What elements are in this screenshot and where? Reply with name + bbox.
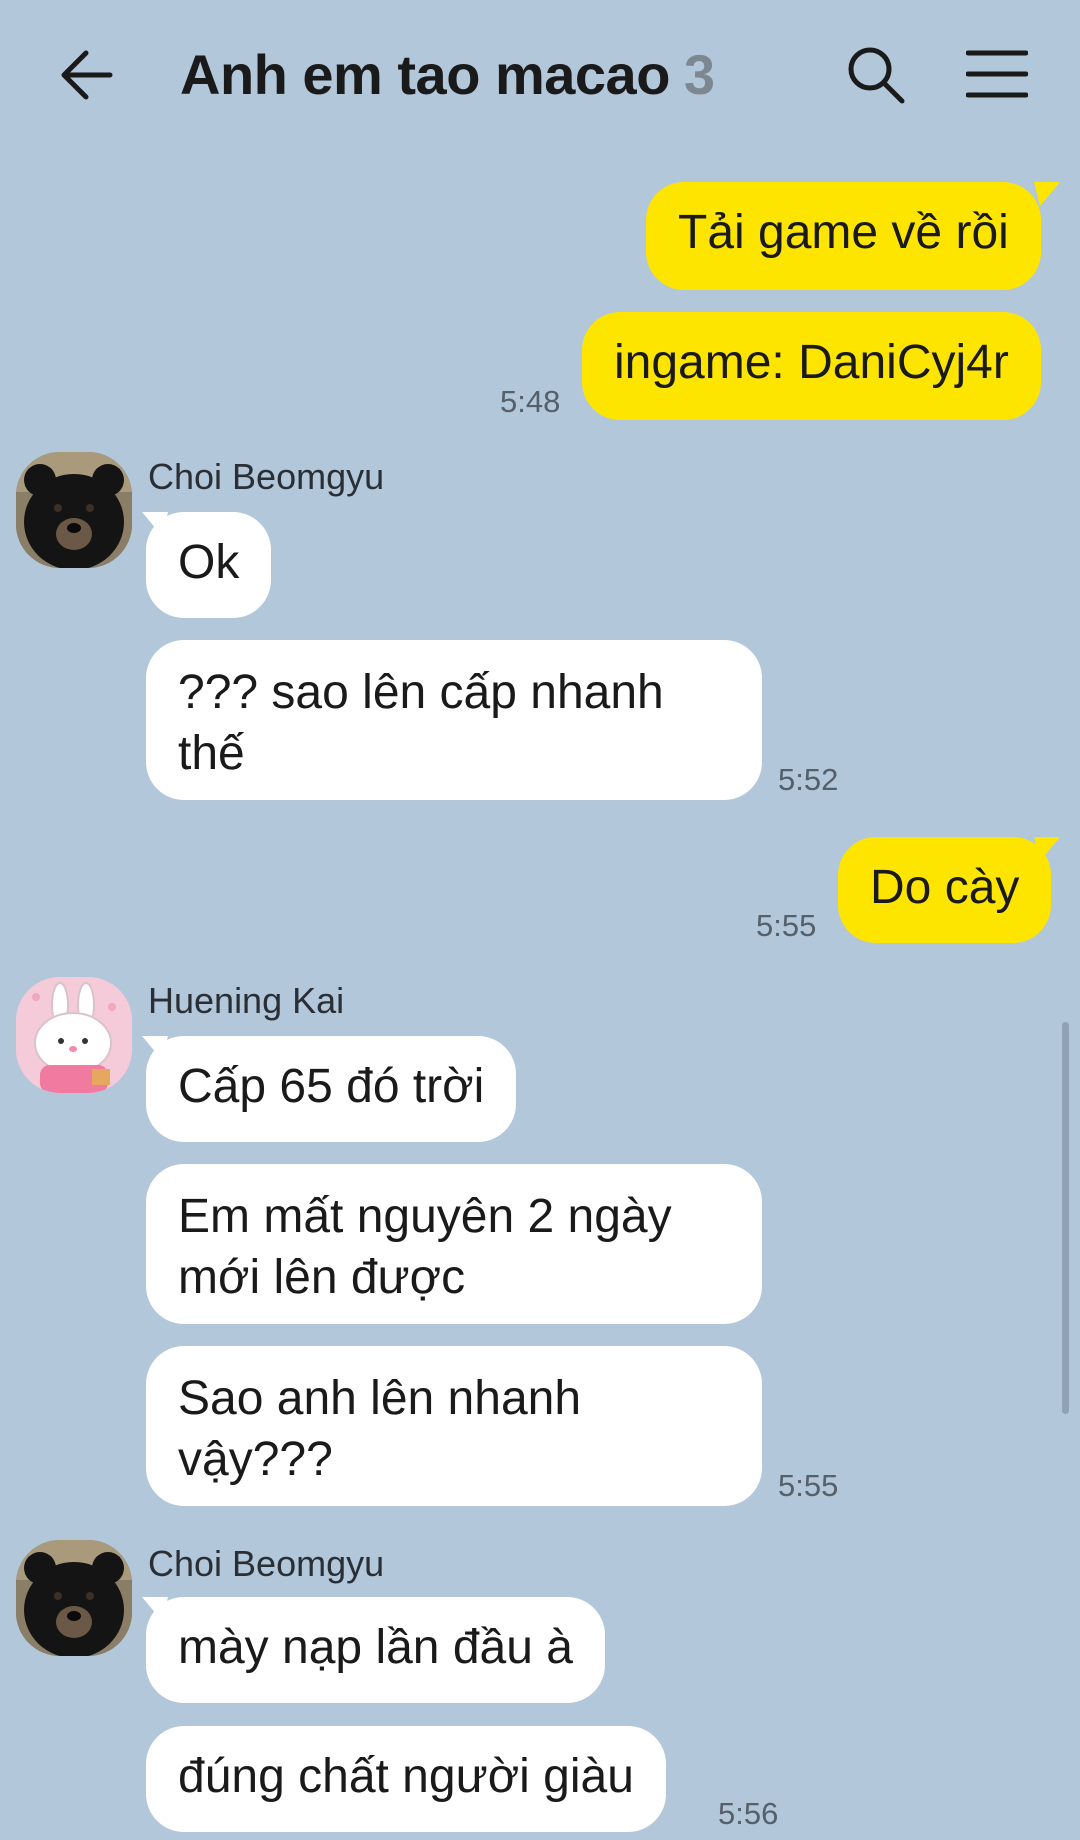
- incoming-message[interactable]: Sao anh lên nhanh vậy???: [146, 1346, 762, 1506]
- hamburger-menu-icon: [965, 50, 1029, 98]
- message-text: mày nạp lần đầu à: [178, 1621, 573, 1674]
- bear-avatar-image: [16, 452, 132, 568]
- back-arrow-icon: [61, 50, 113, 100]
- outgoing-message[interactable]: Do cày: [838, 837, 1052, 943]
- member-count: 3: [683, 43, 715, 106]
- message-time: 5:56: [718, 1796, 779, 1831]
- chat-title: Anh em tao macao 3: [180, 42, 715, 107]
- message-time: 5:48: [500, 384, 561, 419]
- incoming-message[interactable]: Cấp 65 đó trời: [146, 1036, 517, 1142]
- incoming-message[interactable]: Ok: [146, 512, 272, 618]
- message-text: Ok: [178, 536, 240, 589]
- scrollbar[interactable]: [1062, 1022, 1069, 1414]
- message-time: 5:52: [778, 762, 839, 797]
- message-time: 5:55: [778, 1468, 839, 1503]
- message-text: Tải game về rồi: [678, 206, 1009, 259]
- outgoing-message[interactable]: ingame: DaniCyj4r: [582, 312, 1041, 420]
- incoming-message[interactable]: Em mất nguyên 2 ngày mới lên được: [146, 1164, 762, 1324]
- outgoing-message[interactable]: Tải game về rồi: [646, 182, 1041, 290]
- menu-button[interactable]: [965, 48, 1029, 100]
- bubble-tail: [1034, 837, 1060, 861]
- chat-title-text: Anh em tao macao: [180, 43, 670, 106]
- message-text: ingame: DaniCyj4r: [614, 336, 1009, 389]
- incoming-message[interactable]: mày nạp lần đầu à: [146, 1597, 605, 1703]
- search-icon: [848, 47, 905, 104]
- message-text: Em mất nguyên 2 ngày mới lên được: [178, 1190, 672, 1304]
- message-text: Sao anh lên nhanh vậy???: [178, 1372, 582, 1486]
- search-button[interactable]: [845, 44, 907, 106]
- sender-name: Choi Beomgyu: [148, 1543, 385, 1584]
- back-button[interactable]: [52, 40, 122, 110]
- message-time: 5:55: [756, 908, 817, 943]
- incoming-message[interactable]: ??? sao lên cấp nhanh thế: [146, 640, 762, 800]
- sender-name: Choi Beomgyu: [148, 456, 385, 497]
- avatar[interactable]: [16, 977, 132, 1093]
- sender-name: Huening Kai: [148, 980, 345, 1021]
- bubble-tail: [1034, 182, 1060, 206]
- avatar[interactable]: [16, 452, 132, 568]
- incoming-message[interactable]: đúng chất người giàu: [146, 1726, 666, 1832]
- bear-avatar-image: [16, 1540, 132, 1656]
- message-text: Do cày: [870, 861, 1020, 914]
- message-text: ??? sao lên cấp nhanh thế: [178, 666, 664, 780]
- message-text: đúng chất người giàu: [178, 1750, 634, 1803]
- message-text: Cấp 65 đó trời: [178, 1060, 485, 1113]
- avatar[interactable]: [16, 1540, 132, 1656]
- bunny-avatar-image: [16, 977, 132, 1093]
- chat-header: Anh em tao macao 3: [0, 0, 1080, 150]
